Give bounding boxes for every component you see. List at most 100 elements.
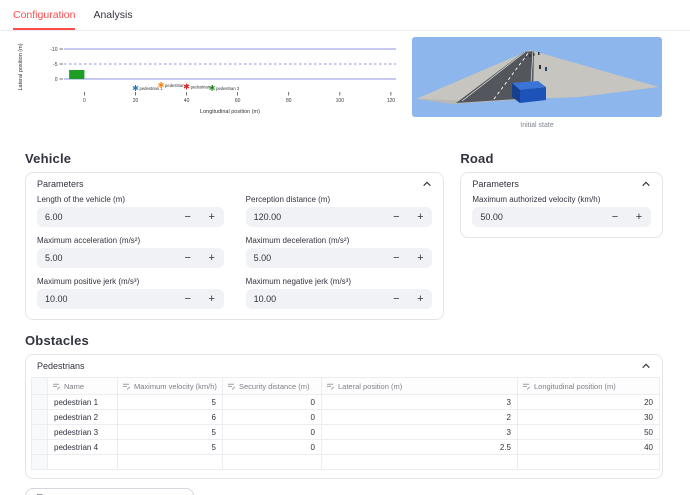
table-row-empty [31,454,660,470]
cell-longitudinal-position[interactable]: 20 [517,394,660,410]
field-label: Maximum positive jerk (m/s³) [37,277,140,286]
cell-lateral-position[interactable]: 2.5 [321,439,518,455]
cell-max-velocity[interactable]: 5 [117,424,223,440]
row-marker[interactable] [31,394,48,410]
increment-button[interactable]: + [627,211,651,223]
field-max-deceleration: Maximum deceleration (m/s²) 5.00 − + [245,236,433,268]
field-max-authorized-velocity: Maximum authorized velocity (km/h) 50.00… [472,195,651,227]
cell-empty[interactable] [517,454,660,470]
input-value: 6.00 [45,212,63,222]
pedestrians-panel: Pedestrians Name Maximum velocity (km/h)… [25,354,663,479]
increment-button[interactable]: + [408,211,432,223]
decrement-button[interactable]: − [384,252,408,264]
initial-state-figure: Initial state [412,37,662,129]
pedestrians-expander-header[interactable]: Pedestrians [26,355,662,377]
road-section-title: Road [460,151,494,166]
chevron-up-icon [423,181,432,187]
cell-security-distance[interactable]: 0 [222,409,322,425]
decrement-button[interactable]: − [603,211,627,223]
field-label: Maximum negative jerk (m/s³) [245,277,352,286]
cell-lateral-position[interactable]: 3 [321,424,518,440]
field-label: Perception distance (m) [245,195,331,204]
trajectory-chart-container: pedestrian 1 pedestrian 2 pedestrian 3 pede… [14,37,402,134]
cell-security-distance[interactable]: 0 [222,439,322,455]
cell-empty[interactable] [117,454,223,470]
decrement-button[interactable]: − [384,211,408,223]
cell-max-velocity[interactable]: 5 [117,394,223,410]
column-header-security-distance[interactable]: Security distance (m) [222,377,322,395]
svg-text:pedestrian 4: pedestrian 4 [191,85,215,90]
max-negative-jerk-input[interactable]: 10.00 − + [245,289,433,309]
max-acceleration-input[interactable]: 5.00 − + [37,248,224,268]
row-marker[interactable] [31,439,48,455]
tab-configuration[interactable]: Configuration [13,9,76,30]
cell-empty[interactable] [47,454,118,470]
decrement-button[interactable]: − [176,252,200,264]
max-authorized-velocity-input[interactable]: 50.00 − + [472,207,651,227]
expander-label: Parameters [37,179,84,189]
vehicle-parameters-expander-header[interactable]: Parameters [26,173,443,195]
pedestrian-figure [538,52,540,55]
svg-text:Longitudinal position (m): Longitudinal position (m) [200,109,260,115]
cell-longitudinal-position[interactable]: 50 [517,424,660,440]
svg-text:pedestrian 3: pedestrian 3 [216,86,240,91]
cell-name[interactable]: pedestrian 1 [47,394,118,410]
cell-longitudinal-position[interactable]: 30 [517,409,660,425]
perception-distance-input[interactable]: 120.00 − + [245,207,433,227]
length-of-vehicle-input[interactable]: 6.00 − + [37,207,224,227]
chevron-up-icon [642,363,650,369]
row-marker[interactable] [31,409,48,425]
cell-lateral-position[interactable]: 3 [321,394,518,410]
svg-text:Lateral position (m): Lateral position (m) [18,43,24,90]
column-header-max-velocity[interactable]: Maximum velocity (km/h) [117,377,223,395]
increment-button[interactable]: + [200,293,224,305]
svg-text:120: 120 [387,98,396,104]
row-marker[interactable] [31,454,48,470]
cell-empty[interactable] [321,454,518,470]
field-label: Length of the vehicle (m) [37,195,126,204]
decrement-button[interactable]: − [384,293,408,305]
increment-button[interactable]: + [408,252,432,264]
pedestrian-figure [533,53,535,56]
cell-longitudinal-position[interactable]: 40 [517,439,660,455]
field-label: Maximum acceleration (m/s²) [37,236,141,245]
export-scenario-button[interactable]: Export current data to a scenario [25,488,194,495]
cell-security-distance[interactable]: 0 [222,424,322,440]
row-marker-header[interactable] [31,377,48,395]
decrement-button[interactable]: − [176,293,200,305]
field-length-of-vehicle: Length of the vehicle (m) 6.00 − + [37,195,224,227]
field-max-negative-jerk: Maximum negative jerk (m/s³) 10.00 − + [245,277,433,309]
max-positive-jerk-input[interactable]: 10.00 − + [37,289,224,309]
cell-security-distance[interactable]: 0 [222,394,322,410]
cell-empty[interactable] [222,454,322,470]
column-header-longitudinal-position[interactable]: Longitudinal position (m) [517,377,660,395]
cell-name[interactable]: pedestrian 3 [47,424,118,440]
input-value: 5.00 [45,253,63,263]
tab-analysis[interactable]: Analysis [93,9,132,30]
column-type-icon [523,383,531,390]
column-header-name[interactable]: Name [47,377,118,395]
row-marker[interactable] [31,424,48,440]
svg-text:60: 60 [235,98,241,104]
cell-max-velocity[interactable]: 5 [117,439,223,455]
cell-name[interactable]: pedestrian 2 [47,409,118,425]
decrement-button[interactable]: − [176,211,200,223]
increment-button[interactable]: + [200,252,224,264]
cell-lateral-position[interactable]: 2 [321,409,518,425]
obstacles-section-title: Obstacles [25,333,89,348]
increment-button[interactable]: + [408,293,432,305]
column-type-icon [53,383,61,390]
vehicle-section-title: Vehicle [25,151,72,166]
cell-name[interactable]: pedestrian 4 [47,439,118,455]
cell-max-velocity[interactable]: 6 [117,409,223,425]
input-value: 10.00 [45,294,68,304]
max-deceleration-input[interactable]: 5.00 − + [245,248,433,268]
road-parameters-expander-header[interactable]: Parameters [461,173,662,195]
input-value: 5.00 [253,253,272,263]
svg-text:0: 0 [83,98,86,104]
field-label: Maximum authorized velocity (km/h) [472,195,601,204]
increment-button[interactable]: + [200,211,224,223]
svg-text:80: 80 [286,98,292,104]
column-header-lateral-position[interactable]: Lateral position (m) [321,377,518,395]
initial-state-render [412,37,662,117]
